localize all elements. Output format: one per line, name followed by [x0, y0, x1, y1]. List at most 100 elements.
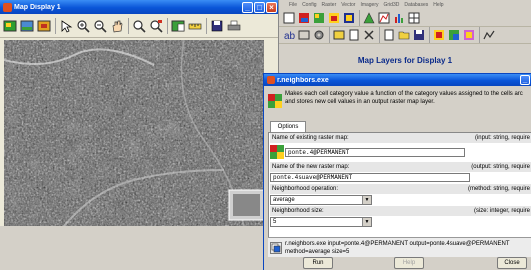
zoom-back-icon[interactable] [131, 18, 147, 34]
command-preview: r.neighbors.exe input=ponte.4@PERMANENT … [268, 237, 531, 257]
menu-vector[interactable]: Vector [341, 2, 355, 8]
size-select-value: 5 [273, 219, 277, 225]
minimize-button[interactable]: _ [242, 1, 253, 13]
dialog-minimize-button[interactable]: _ [520, 75, 530, 85]
app-icon [267, 76, 275, 84]
add-raster-icon[interactable] [297, 11, 311, 25]
add-shaded-relief-icon[interactable] [342, 11, 356, 25]
menu-raster[interactable]: Raster [322, 2, 337, 8]
print-icon[interactable] [226, 18, 242, 34]
toolbar-separator [359, 10, 360, 26]
save-workspace-icon[interactable] [412, 28, 426, 42]
open-workspace-icon[interactable] [397, 28, 411, 42]
add-group-icon[interactable] [332, 28, 346, 42]
method-label-text: Neighborhood operation: [272, 186, 339, 192]
add-rgb-icon[interactable] [312, 11, 326, 25]
digitize-icon[interactable] [432, 28, 446, 42]
save-icon[interactable] [209, 18, 225, 34]
toolbar-separator [329, 27, 330, 43]
dialog-description: Makes each cell category value a functio… [266, 88, 531, 114]
add-thematic-icon[interactable] [377, 11, 391, 25]
pointer-icon[interactable] [58, 18, 74, 34]
app-icon [3, 2, 12, 12]
size-label-text: Neighborhood size: [272, 208, 324, 214]
menu-databases[interactable]: Databases [404, 2, 428, 8]
close-window-button[interactable]: × [266, 1, 277, 13]
size-hint: (size: integer, require [473, 208, 530, 214]
new-display-icon[interactable] [282, 11, 296, 25]
input-map-label-text: Name of existing raster map: [272, 135, 349, 141]
zoom-in-icon[interactable] [75, 18, 91, 34]
menu-file[interactable]: File [289, 2, 297, 8]
add-command-icon[interactable] [347, 28, 361, 42]
input-map-field[interactable]: ponte.4@PERMANENT [285, 148, 465, 157]
map-display-toolbar [0, 14, 278, 38]
measure-icon[interactable] [187, 18, 203, 34]
method-hint: (method: string, require [467, 186, 530, 192]
map-status-area [0, 226, 279, 270]
add-labels-icon[interactable]: ab [282, 28, 296, 42]
toolbar-separator [429, 27, 430, 43]
input-map-hint: (input: string, require [474, 135, 530, 141]
toolbar-separator [167, 17, 168, 34]
add-legend-icon[interactable] [327, 11, 341, 25]
georectify-icon[interactable] [447, 28, 461, 42]
menu-imagery[interactable]: Imagery [360, 2, 378, 8]
output-map-label: Name of the new raster map: (output: str… [270, 162, 531, 172]
map-layers-title: Map Layers for Display 1 [357, 56, 453, 65]
help-button[interactable]: Help [394, 257, 424, 269]
toolbar-separator [206, 17, 207, 34]
chevron-down-icon[interactable]: ▼ [362, 218, 371, 226]
method-select[interactable]: average ▼ [270, 195, 372, 205]
command-text: r.neighbors.exe input=ponte.4@PERMANENT … [285, 240, 510, 256]
delete-layer-icon[interactable] [362, 28, 376, 42]
map-canvas[interactable] [4, 40, 264, 226]
toolbar-separator [479, 27, 480, 43]
add-grid-icon[interactable] [407, 11, 421, 25]
gis-manager-toolbar-2: ab [279, 27, 531, 44]
map-display-title: Map Display 1 [14, 3, 61, 11]
query-icon[interactable] [170, 18, 186, 34]
method-select-value: average [273, 197, 295, 203]
description-line-1: Makes each cell category value a functio… [285, 91, 523, 97]
method-label: Neighborhood operation: (method: string,… [270, 184, 531, 194]
add-vector-icon[interactable] [362, 11, 376, 25]
output-map-hint: (output: string, require [471, 164, 530, 170]
map-display-title-bar[interactable]: Map Display 1 _ □ × [0, 0, 278, 14]
input-map-label: Name of existing raster map: (input: str… [270, 133, 531, 143]
profile-icon[interactable] [482, 28, 496, 42]
zoom-menu-icon[interactable] [148, 18, 164, 34]
run-button[interactable]: Run [303, 257, 333, 269]
add-overlay-icon[interactable] [297, 28, 311, 42]
add-chart-icon[interactable] [392, 11, 406, 25]
settings-gear-icon[interactable] [312, 28, 326, 42]
display-icon[interactable] [2, 18, 18, 34]
size-select[interactable]: 5 ▼ [270, 217, 372, 227]
grass-module-icon [268, 94, 282, 108]
menu-help[interactable]: Help [433, 2, 443, 8]
menu-grid3d[interactable]: Grid3D [384, 2, 400, 8]
output-map-field[interactable]: ponte.4suave@PERMANENT [270, 173, 470, 182]
erase-icon[interactable] [36, 18, 52, 34]
redraw-icon[interactable] [19, 18, 35, 34]
dialog-title-bar[interactable]: r.neighbors.exe _ [264, 74, 531, 86]
chevron-down-icon[interactable]: ▼ [362, 196, 371, 204]
zoom-out-icon[interactable] [92, 18, 108, 34]
menu-config[interactable]: Config [302, 2, 316, 8]
copy-command-icon[interactable] [270, 242, 282, 254]
gis-manager-toolbar-1 [279, 10, 531, 27]
output-map-label-text: Name of the new raster map: [272, 164, 350, 170]
pan-icon[interactable] [109, 18, 125, 34]
toolbar-separator [379, 27, 380, 43]
dialog-title: r.neighbors.exe [277, 76, 329, 84]
new-workspace-icon[interactable] [382, 28, 396, 42]
close-button[interactable]: Close [497, 257, 527, 269]
nviz-icon[interactable] [462, 28, 476, 42]
tab-options[interactable]: Options [270, 121, 306, 132]
raster-map-image [4, 40, 264, 226]
description-line-2: and stores new cell values in an output … [285, 99, 435, 105]
maximize-button[interactable]: □ [254, 1, 265, 13]
command-line-2: method=average size=5 [285, 249, 350, 255]
select-map-icon[interactable] [270, 145, 284, 159]
menu-bar: File Config Raster Vector Imagery Grid3D… [279, 0, 531, 10]
